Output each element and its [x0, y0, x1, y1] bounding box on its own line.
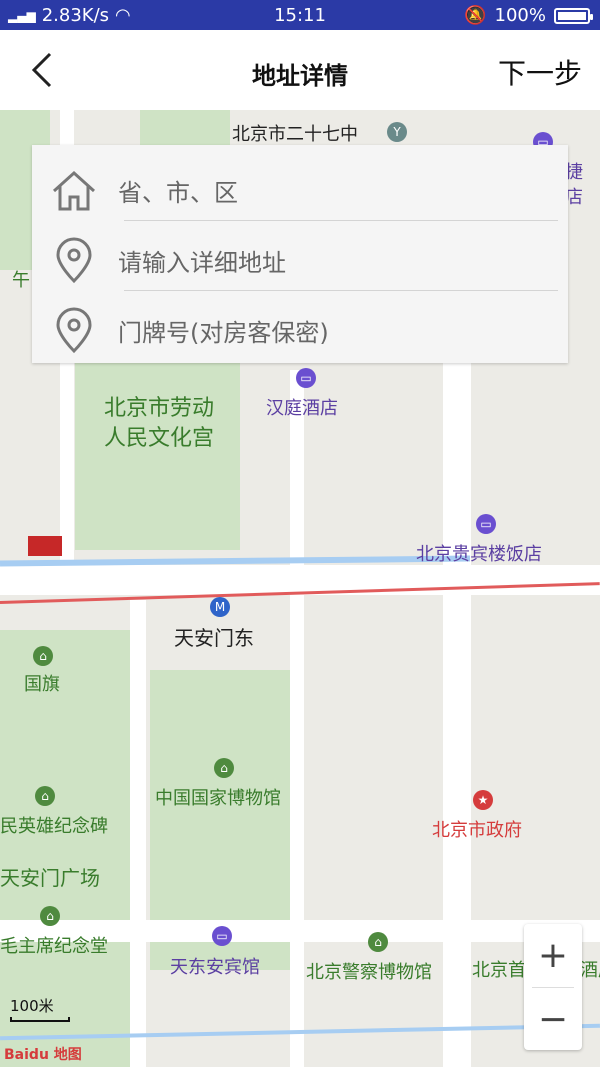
- map-label: 汉庭酒店: [266, 398, 338, 419]
- status-bar: ▂▄▆ 2.83K/s ◠ 15:11 🔕 100%: [0, 0, 600, 30]
- map-label: 北京市政府: [432, 820, 522, 841]
- road: [130, 600, 146, 1067]
- map-scale-label: 100米: [10, 997, 54, 1015]
- map-label: 中国国家博物馆: [155, 788, 281, 809]
- landmark-icon: ⌂: [33, 646, 53, 666]
- baidu-logo: Baidu 地图: [4, 1047, 82, 1063]
- battery-icon: [554, 7, 593, 24]
- metro-station-icon: M: [210, 597, 230, 617]
- home-icon: [52, 170, 96, 211]
- next-button[interactable]: 下一步: [498, 52, 582, 92]
- school-icon: Y: [387, 122, 407, 142]
- map-label: 人民文化宫: [104, 426, 215, 451]
- tiananmen-icon: [28, 536, 62, 556]
- address-form: 省、市、区 请输入详细地址 门牌号(对房客保密): [32, 145, 568, 363]
- zoom-control: + −: [524, 924, 582, 1050]
- house-number-input[interactable]: 门牌号(对房客保密): [32, 291, 568, 361]
- map-label: 天安门广场: [0, 866, 100, 890]
- bell-muted-icon: 🔕: [464, 5, 487, 26]
- landmark-icon: ⌂: [35, 786, 55, 806]
- battery-percent: 100%: [494, 5, 546, 26]
- zoom-in-button[interactable]: +: [524, 924, 582, 987]
- map-label: 北京市劳动: [104, 396, 215, 421]
- road: [290, 370, 304, 1067]
- map-label: 午: [12, 270, 30, 291]
- map-scale-bar: [10, 1017, 70, 1022]
- region-selector[interactable]: 省、市、区: [32, 151, 568, 221]
- museum-icon: ⌂: [214, 758, 234, 778]
- government-star-icon: ★: [473, 790, 493, 810]
- map-label: 毛主席纪念堂: [0, 936, 108, 957]
- museum-icon: ⌂: [368, 932, 388, 952]
- map-label: 民英雄纪念碑: [0, 816, 108, 837]
- map-label: 国旗: [24, 674, 60, 695]
- map-label: 北京贵宾楼饭店: [416, 544, 542, 565]
- detail-address-placeholder: 请输入详细地址: [118, 249, 286, 277]
- location-pin-icon: [56, 237, 92, 284]
- map-label: 天东安宾馆: [170, 957, 260, 978]
- map-label: 北京首: [472, 960, 526, 981]
- header: 地址详情 下一步: [0, 30, 600, 110]
- map-label: 北京警察博物馆: [306, 962, 432, 983]
- location-pin-icon: [56, 307, 92, 354]
- status-right: 🔕 100%: [464, 5, 593, 26]
- map-label: 酒店: [580, 960, 600, 981]
- map-label: 北京市二十七中: [232, 124, 358, 145]
- hotel-icon: ▭: [212, 926, 232, 946]
- region-placeholder: 省、市、区: [118, 179, 238, 207]
- hotel-icon: ▭: [476, 514, 496, 534]
- zoom-out-button[interactable]: −: [524, 988, 582, 1051]
- hotel-icon: ▭: [296, 368, 316, 388]
- detail-address-input[interactable]: 请输入详细地址: [32, 221, 568, 291]
- house-number-placeholder: 门牌号(对房客保密): [118, 319, 329, 347]
- landmark-icon: ⌂: [40, 906, 60, 926]
- map-label: 天安门东: [174, 626, 254, 650]
